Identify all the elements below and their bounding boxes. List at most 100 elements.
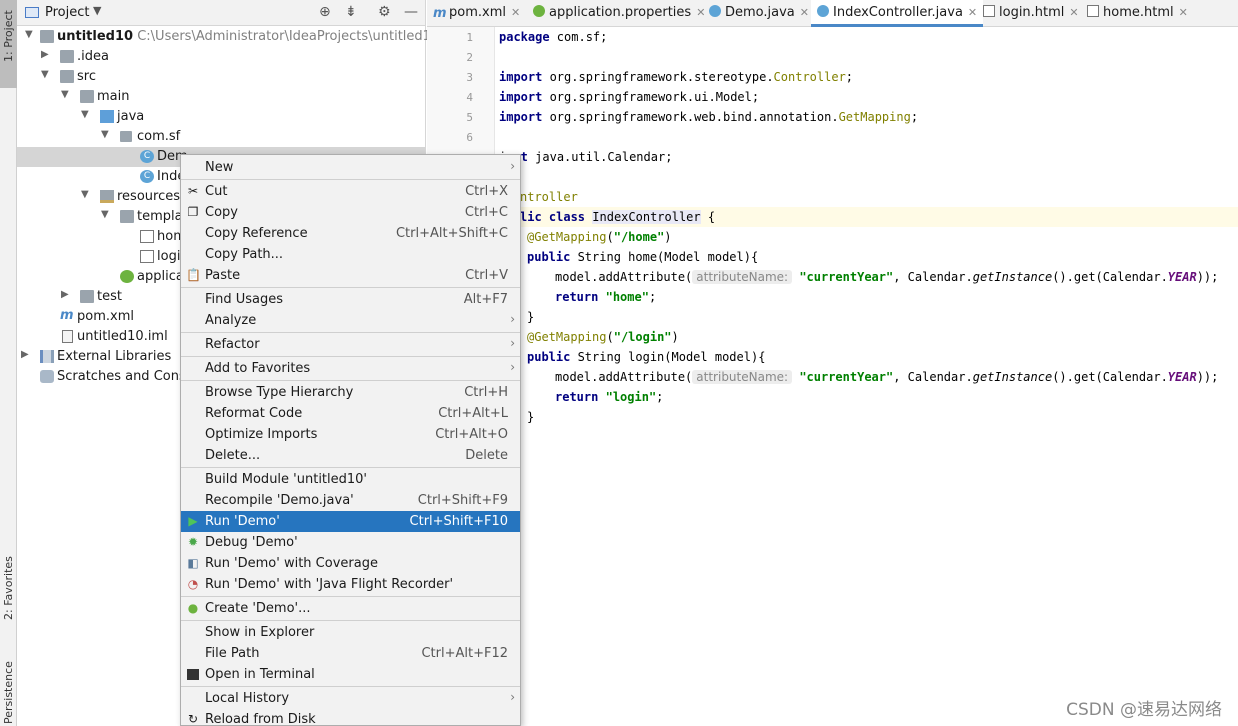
gear-icon[interactable]: ⚙ (378, 4, 391, 20)
persistence-tool-tab[interactable]: Persistence (0, 650, 17, 726)
chevron-right-icon[interactable]: ▶ (61, 289, 69, 300)
code-editor[interactable]: package com.sf; import org.springframewo… (496, 27, 1238, 726)
close-icon[interactable]: ✕ (968, 6, 977, 19)
menu-item-local-history[interactable]: Local History › (181, 688, 520, 709)
paste-icon: 📋 (186, 268, 201, 282)
menu-item-reformat-code[interactable]: Reformat Code Ctrl+Alt+L (181, 403, 520, 424)
menu-item-file-path[interactable]: File Path Ctrl+Alt+F12 (181, 643, 520, 664)
chevron-down-icon[interactable]: ▼ (93, 4, 101, 17)
context-menu: New › ✂ Cut Ctrl+X ❐ Copy Ctrl+C Copy Referen… (180, 154, 521, 726)
tree-node-label: Scratches and Conso (57, 369, 194, 384)
menu-item-create-config[interactable]: ● Create 'Demo'... (181, 598, 520, 619)
menu-item-add-to-favorites[interactable]: Add to Favorites › (181, 358, 520, 379)
menu-item-run-with-flight-recorder[interactable]: ◔ Run 'Demo' with 'Java Flight Recorder' (181, 574, 520, 595)
tree-node-package[interactable]: ▼ com.sf (17, 127, 425, 147)
menu-item-run-with-coverage[interactable]: ◧ Run 'Demo' with Coverage (181, 553, 520, 574)
tab-login-html[interactable]: login.html ✕ (983, 0, 1079, 27)
tab-label: IndexController.java (833, 5, 963, 20)
menu-item-new[interactable]: New › (181, 157, 520, 178)
line-number: 6 (466, 131, 473, 144)
tree-node-project-root[interactable]: ▼ untitled10 C:\Users\Administrator\Idea… (17, 27, 439, 47)
menu-item-refactor[interactable]: Refactor › (181, 334, 520, 355)
tree-node-src[interactable]: ▼ src (17, 67, 425, 87)
tree-node-idea[interactable]: ▶ .idea (17, 47, 425, 67)
locate-icon[interactable]: ⊕ (319, 4, 331, 20)
chevron-right-icon[interactable]: ▶ (21, 349, 29, 360)
menu-item-open-in-terminal[interactable]: Open in Terminal (181, 664, 520, 685)
folder-icon (80, 90, 94, 103)
menu-item-find-usages[interactable]: Find Usages Alt+F7 (181, 289, 520, 310)
chevron-down-icon[interactable]: ▼ (41, 69, 49, 80)
menu-item-optimize-imports[interactable]: Optimize Imports Ctrl+Alt+O (181, 424, 520, 445)
tab-index-controller-java[interactable]: IndexController.java ✕ (811, 0, 984, 27)
close-icon[interactable]: ✕ (511, 6, 520, 19)
minimize-icon[interactable]: — (404, 4, 418, 20)
watermark: CSDN @速易达网络 (1066, 700, 1222, 720)
tree-node-label: java (117, 109, 145, 124)
collapse-all-icon[interactable]: ⇟ (345, 4, 357, 20)
html-file-icon (140, 250, 154, 263)
chevron-right-icon: › (510, 360, 515, 374)
menu-item-show-in-explorer[interactable]: Show in Explorer (181, 622, 520, 643)
line-number: 1 (466, 31, 473, 44)
tree-node-label: test (97, 289, 122, 304)
line-number: 3 (466, 71, 473, 84)
menu-item-paste[interactable]: 📋 Paste Ctrl+V (181, 265, 520, 286)
menu-separator (181, 380, 520, 381)
tab-home-html[interactable]: home.html ✕ (1087, 0, 1188, 27)
code-line: public String login(Model model){ (527, 350, 766, 364)
resources-folder-icon (100, 190, 114, 203)
package-icon (120, 131, 132, 142)
tree-node-java[interactable]: ▼ java (17, 107, 425, 127)
tree-node-label: com.sf (137, 129, 181, 144)
menu-item-delete[interactable]: Delete... Delete (181, 445, 520, 466)
chevron-down-icon[interactable]: ▼ (25, 29, 33, 40)
tool-window-strip: 1: Project 2: Favorites Persistence (0, 0, 17, 726)
code-line: return "home"; (555, 290, 657, 304)
close-icon[interactable]: ✕ (696, 6, 705, 19)
tree-node-label: External Libraries (57, 349, 172, 364)
menu-item-copy-reference[interactable]: Copy Reference Ctrl+Alt+Shift+C (181, 223, 520, 244)
flight-recorder-icon: ◔ (187, 577, 199, 591)
menu-item-analyze[interactable]: Analyze › (181, 310, 520, 331)
debug-icon: ✹ (187, 535, 199, 549)
menu-item-copy[interactable]: ❐ Copy Ctrl+C (181, 202, 520, 223)
menu-item-cut[interactable]: ✂ Cut Ctrl+X (181, 181, 520, 202)
chevron-down-icon[interactable]: ▼ (101, 129, 109, 140)
line-number: 2 (466, 51, 473, 64)
chevron-right-icon[interactable]: ▶ (41, 49, 49, 60)
favorites-tool-tab[interactable]: 2: Favorites (0, 556, 17, 642)
tree-node-main[interactable]: ▼ main (17, 87, 425, 107)
chevron-down-icon[interactable]: ▼ (101, 209, 109, 220)
menu-item-run[interactable]: ▶ Run 'Demo' Ctrl+Shift+F10 (181, 511, 520, 532)
menu-item-browse-type-hierarchy[interactable]: Browse Type Hierarchy Ctrl+H (181, 382, 520, 403)
chevron-down-icon[interactable]: ▼ (81, 189, 89, 200)
close-icon[interactable]: ✕ (800, 6, 809, 19)
close-icon[interactable]: ✕ (1179, 6, 1188, 19)
spring-boot-class-icon: C (140, 150, 154, 163)
menu-separator (181, 287, 520, 288)
chevron-down-icon[interactable]: ▼ (81, 109, 89, 120)
chevron-down-icon[interactable]: ▼ (61, 89, 69, 100)
tab-demo-java[interactable]: Demo.java ✕ (709, 0, 809, 27)
menu-item-debug[interactable]: ✹ Debug 'Demo' (181, 532, 520, 553)
menu-item-recompile[interactable]: Recompile 'Demo.java' Ctrl+Shift+F9 (181, 490, 520, 511)
coverage-icon: ◧ (187, 556, 199, 570)
project-tool-tab[interactable]: 1: Project (0, 0, 17, 88)
menu-separator (181, 596, 520, 597)
code-line: @GetMapping("/home") (527, 230, 672, 244)
code-line: import org.springframework.ui.Model; (499, 90, 760, 104)
spring-properties-icon (533, 5, 545, 17)
code-line: package com.sf; (499, 30, 608, 44)
tree-node-label: resources (117, 189, 181, 204)
menu-item-build-module[interactable]: Build Module 'untitled10' (181, 469, 520, 490)
tab-pom-xml[interactable]: m pom.xml ✕ (433, 0, 520, 27)
menu-item-copy-path[interactable]: Copy Path... (181, 244, 520, 265)
close-icon[interactable]: ✕ (1069, 6, 1078, 19)
spring-properties-icon (120, 270, 134, 283)
menu-item-reload-from-disk[interactable]: ↻ Reload from Disk (181, 709, 520, 726)
scissors-icon: ✂ (187, 184, 199, 198)
project-panel-title[interactable]: Project (45, 5, 89, 20)
tab-application-properties[interactable]: application.properties ✕ (533, 0, 705, 27)
maven-icon: m (433, 6, 447, 21)
